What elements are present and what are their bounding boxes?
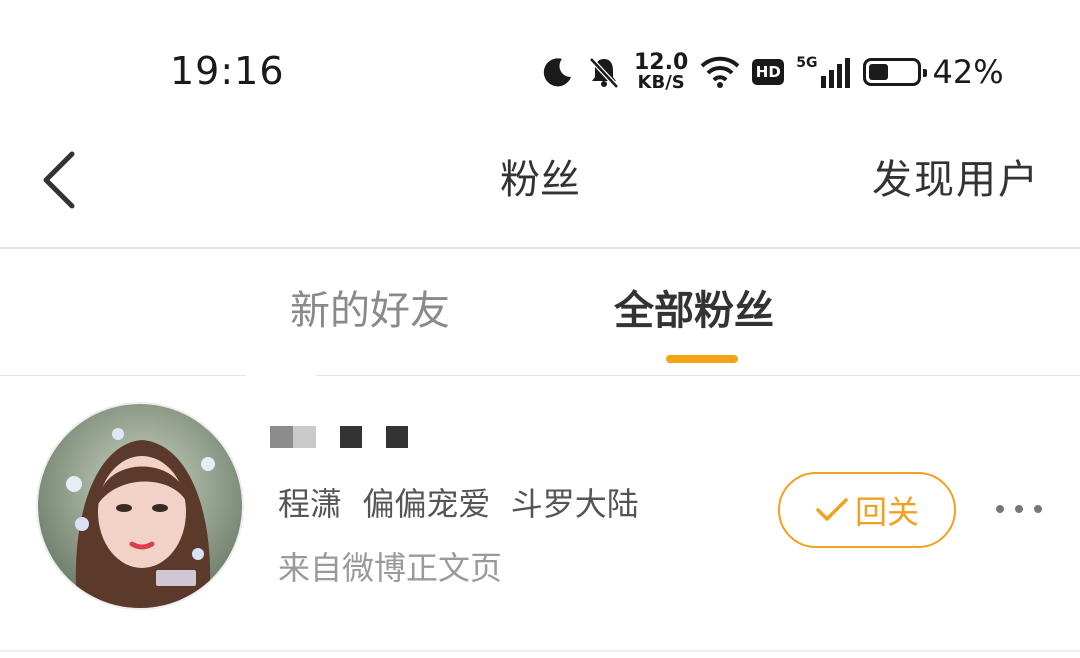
status-time: 19:16 xyxy=(170,49,285,93)
wifi-icon xyxy=(700,56,740,88)
more-horizontal-icon[interactable] xyxy=(996,494,1042,524)
header-divider xyxy=(0,247,1080,249)
network-type-label: 5G xyxy=(796,55,818,71)
avatar[interactable] xyxy=(36,402,244,610)
hd-badge: HD xyxy=(752,59,785,85)
follow-back-button[interactable]: 回关 xyxy=(778,472,956,548)
check-icon xyxy=(816,498,848,521)
redacted-username xyxy=(270,426,408,448)
active-tab-indicator xyxy=(666,355,738,363)
status-icons: 12.0 KB/S HD 5G 42% xyxy=(540,44,1004,100)
signal-strength: 5G xyxy=(796,56,850,88)
fan-source: 来自微博正文页 xyxy=(278,549,503,587)
moon-icon xyxy=(543,58,571,87)
tab-all-fans[interactable]: 全部粉丝 xyxy=(614,282,774,340)
network-speed: 12.0 KB/S xyxy=(634,52,688,92)
follow-back-label: 回关 xyxy=(854,493,919,531)
bell-muted-icon xyxy=(589,57,619,89)
list-divider xyxy=(0,650,1080,652)
battery-percent: 42% xyxy=(932,53,1004,91)
tab-new-friends[interactable]: 新的好友 xyxy=(290,282,450,340)
battery-icon xyxy=(862,58,927,86)
network-speed-value: 12.0 xyxy=(634,50,689,75)
battery-level xyxy=(868,64,888,80)
discover-users-button[interactable]: 发现用户 xyxy=(872,150,1040,210)
avatar-image xyxy=(38,404,242,608)
network-speed-unit: KB/S xyxy=(637,72,685,93)
signal-icon xyxy=(820,58,850,88)
fan-signature: 程潇 偏偏宠爱 斗罗大陆 xyxy=(278,485,639,523)
tabs-divider xyxy=(0,375,1080,376)
